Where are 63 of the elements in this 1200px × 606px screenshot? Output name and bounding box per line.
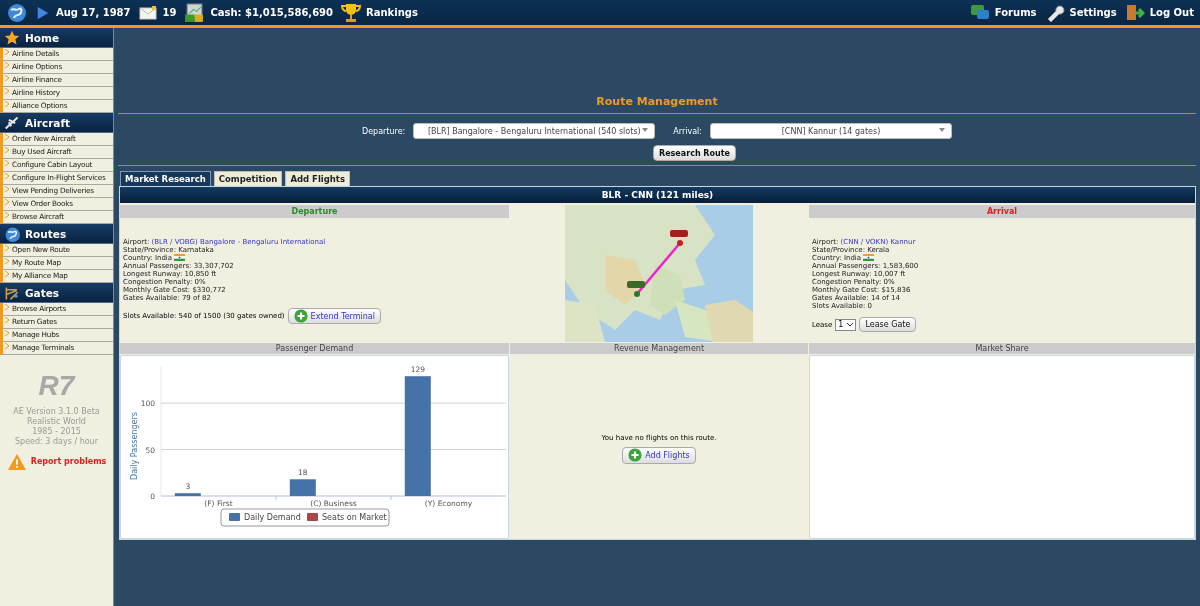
departure-select[interactable]: [BLR] Bangalore - Bengaluru International (540 slots) xyxy=(413,123,656,139)
sidebar-section-header[interactable]: Aircraft xyxy=(0,113,113,133)
version-info: Realistic World xyxy=(27,417,86,427)
research-route-button[interactable]: Research Route xyxy=(653,145,736,161)
flag-icon xyxy=(863,254,875,261)
gates-icon xyxy=(4,284,20,301)
game-date: Aug 17, 1987 xyxy=(56,7,131,18)
section-header: Revenue Management xyxy=(510,343,808,354)
section-header: Passenger Demand xyxy=(120,343,509,354)
cash-balance: Cash: $1,015,586,690 xyxy=(210,7,334,18)
tab[interactable]: Market Research xyxy=(120,171,211,186)
flag-icon xyxy=(174,254,186,261)
version-info: 1985 - 2015 xyxy=(32,427,81,437)
legend-label: Daily Demand xyxy=(244,513,301,522)
tab[interactable]: Competition xyxy=(213,171,283,186)
caret-icon xyxy=(642,128,649,132)
plane-icon xyxy=(4,114,20,131)
caret-icon xyxy=(847,322,854,327)
plus-icon xyxy=(293,309,308,323)
version-logo: R7 xyxy=(38,369,75,403)
settings-link[interactable]: Settings xyxy=(1044,2,1117,23)
sidebar-section-header[interactable]: Home xyxy=(0,28,113,48)
section-title: Home xyxy=(25,31,60,44)
caret-icon xyxy=(939,128,945,132)
section-title: Routes xyxy=(25,227,67,240)
log-out-link[interactable]: Log Out xyxy=(1124,2,1194,23)
version-info: Speed: 3 days / hour xyxy=(15,437,98,447)
plus-icon xyxy=(628,448,643,462)
field-label: Arrival: xyxy=(673,126,702,136)
mail-icon xyxy=(138,4,157,21)
rankings-link[interactable]: Rankings xyxy=(341,2,418,23)
forums-link[interactable]: Forums xyxy=(969,2,1037,23)
field-label: Departure: xyxy=(362,126,406,136)
trophy-icon xyxy=(341,2,362,23)
section-title: Gates xyxy=(25,286,60,299)
exit-door-icon xyxy=(1124,2,1145,23)
section-header: Arrival xyxy=(809,205,1195,218)
message-count: 19 xyxy=(162,7,177,18)
version-info: AE Version 3.1.0 Beta xyxy=(13,407,100,417)
extend-terminal-button[interactable]: Extend Terminal xyxy=(287,308,381,324)
globe-icon xyxy=(4,225,20,242)
lease-select[interactable]: 1 xyxy=(835,318,857,331)
tab[interactable]: Add Flights xyxy=(285,171,350,186)
page-title: Route Management xyxy=(596,95,718,109)
y-axis-title: Daily Passengers xyxy=(130,412,139,480)
report-problems-link[interactable]: Report problems xyxy=(30,457,107,467)
section-header: Market Share xyxy=(809,343,1195,354)
money-chart-icon xyxy=(184,2,205,23)
star-icon xyxy=(4,29,20,46)
sidebar-section-header[interactable]: Gates xyxy=(0,283,113,303)
section-title: Aircraft xyxy=(25,116,70,129)
section-header: Departure xyxy=(120,205,509,218)
legend-label: Seats on Market xyxy=(322,513,387,522)
globe-logo-icon xyxy=(6,1,28,24)
sidebar-section-header[interactable]: Routes xyxy=(0,224,113,244)
bar xyxy=(174,493,201,496)
bar xyxy=(289,479,316,496)
add-flights-button[interactable]: Add Flights xyxy=(622,446,696,464)
warning-icon xyxy=(6,453,27,471)
lease-gate-button[interactable]: Lease Gate xyxy=(859,317,917,332)
play-icon xyxy=(36,4,50,21)
arrival-select[interactable]: [CNN] Kannur (14 gates) xyxy=(710,123,952,139)
route-title-bar: BLR - CNN (121 miles) xyxy=(120,187,1195,203)
